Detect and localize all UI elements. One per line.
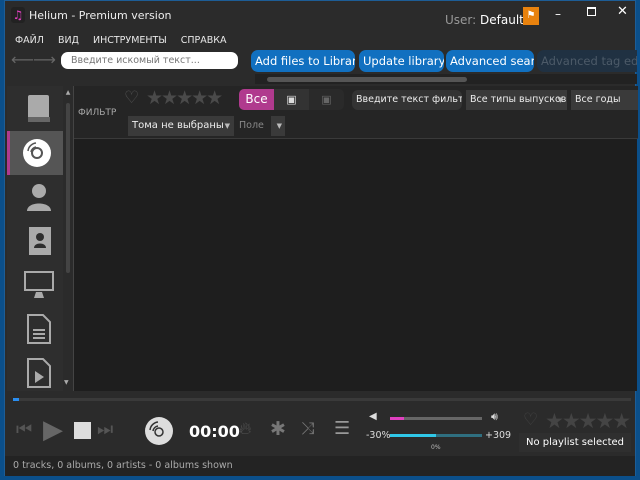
back-arrow-icon[interactable]: ⟵ [11,50,34,69]
filter-text-input[interactable]: Введите текст фильтра... [352,90,462,110]
sidebar-item-artists[interactable] [13,175,65,219]
time-display: 00:00 [189,422,240,441]
shuffle-icon[interactable]: ⤨ [301,419,315,439]
scrollbar-thumb[interactable] [66,103,70,273]
next-track-icon[interactable]: ⏭ [97,419,113,440]
menu-file[interactable]: ФАЙЛ [15,35,44,46]
menu-tools[interactable]: ИНСТРУМЕНТЫ [93,35,167,46]
volumes-dropdown[interactable]: Тома не выбраны ▼ [128,116,234,136]
update-library-button[interactable]: Update library... [359,50,444,72]
balance-value: 0% [431,444,441,451]
filter-label: ФИЛЬТР [78,108,117,118]
volumes-value: Тома не выбраны [132,120,224,131]
volume-high-icon: 🔊︎ [491,410,498,423]
advanced-search-button[interactable]: Advanced search [446,50,534,72]
volume-slider[interactable] [390,417,482,420]
menu-help[interactable]: СПРАВКА [181,35,227,46]
play-icon[interactable]: ▶ [43,415,63,445]
user-indicator[interactable]: User: Default [445,13,524,27]
monitor-icon [24,271,54,298]
minimize-button[interactable]: – [555,7,561,21]
field-dropdown[interactable]: ▼ [271,116,285,136]
pitch-fill [390,434,436,437]
user-label: User: [445,13,477,27]
volume-fill [390,417,404,420]
volume-low-icon: ◀ [369,411,377,422]
document-icon [27,314,51,344]
sidebar-item-documents[interactable] [13,307,65,351]
scrollbar-thumb[interactable] [267,77,467,82]
library-icon [28,95,50,122]
sidebar-scrollbar[interactable]: ▲ ▼ [64,89,72,389]
album-view: ФИЛЬТР ♡ ★★★★★ Все ▣ ▣ Введите текст фил… [73,86,638,391]
contacts-icon [29,227,51,255]
asterisk-icon[interactable]: ✱ [270,418,286,440]
forward-arrow-icon[interactable]: ⟶ [33,50,56,69]
filter-all-button[interactable]: Все [239,89,274,110]
menu-view[interactable]: ВИД [58,35,79,46]
advanced-tag-editor-button[interactable]: Advanced tag edito [537,50,637,72]
years-value: Все годы [575,94,621,105]
album-icon [22,139,51,167]
playlist-menu-icon[interactable]: ☰ [334,418,350,439]
rating-stars[interactable]: ★★★★★ [146,87,223,109]
close-button[interactable]: ✕ [617,4,628,19]
chevron-down-icon: ▼ [224,122,230,130]
sidebar-item-albums[interactable] [7,131,63,175]
sidebar-item-videos[interactable] [13,351,65,395]
sidebar-item-library[interactable] [13,87,65,131]
favorite-heart-icon[interactable]: ♡ [523,410,538,430]
favorite-heart-icon[interactable]: ♡ [124,88,139,108]
search-input[interactable] [61,52,238,69]
artist-icon [27,184,51,211]
pitch-slider[interactable] [390,434,482,437]
balance-left-label: -30% [366,430,391,441]
track-progress-fill [13,398,20,401]
playlist-selector[interactable]: No playlist selected [519,433,631,452]
chevron-down-icon: ▼ [557,96,563,104]
user-name: Default [480,13,524,27]
video-file-icon [27,358,51,388]
flag-icon[interactable]: ⚑ [523,7,539,25]
with-cover-filter-icon[interactable]: ▣ [274,89,309,110]
app-logo-icon: ♫ [11,7,25,23]
now-playing-album-icon[interactable] [144,416,174,446]
previous-track-icon[interactable]: ⏮ [16,419,32,440]
menu-bar: ФАЙЛ ВИД ИНСТРУМЕНТЫ СПРАВКА [15,33,240,46]
release-type-dropdown[interactable]: Все типы выпусков ▼ [466,90,567,110]
toolbar-scrollbar[interactable] [255,74,637,84]
balance-right-label: +309 [485,430,512,441]
release-type-value: Все типы выпусков [470,94,567,105]
flame-icon[interactable]: 🔥︎ [239,419,251,439]
window-title: Helium - Premium version [29,9,172,22]
app-window: ♫ Helium - Premium version User: Default… [4,0,638,476]
stop-icon[interactable] [74,422,91,439]
field-label: Поле [239,120,264,131]
rating-stars[interactable]: ★★★★★ [545,409,631,433]
without-cover-filter-icon[interactable]: ▣ [309,89,344,110]
maximize-button[interactable] [587,7,596,16]
track-progress-bar[interactable] [13,398,631,401]
chevron-down-icon: ▼ [276,122,282,130]
sidebar-item-contacts[interactable] [13,219,65,263]
years-dropdown[interactable]: Все годы [571,90,638,110]
sidebar-item-monitor[interactable] [13,263,65,307]
status-bar: 0 tracks, 0 albums, 0 artists - 0 albums… [5,456,635,476]
add-files-button[interactable]: Add files to Library... [251,50,355,72]
status-text: 0 tracks, 0 albums, 0 artists - 0 albums… [13,460,233,471]
